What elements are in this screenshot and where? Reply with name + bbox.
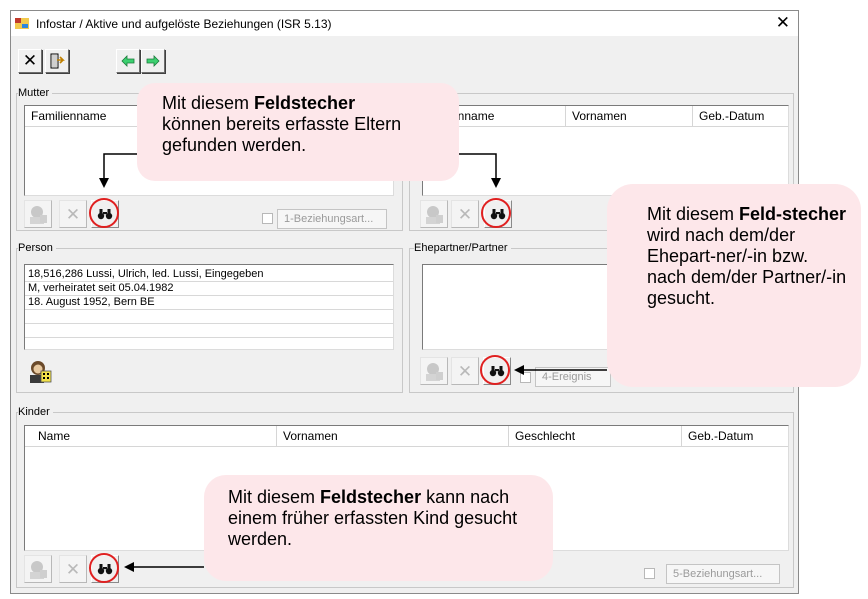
arrow-to-mutter-search [99,153,137,188]
annotation-arrows [99,153,607,572]
arrow-to-vater-search [459,153,501,188]
